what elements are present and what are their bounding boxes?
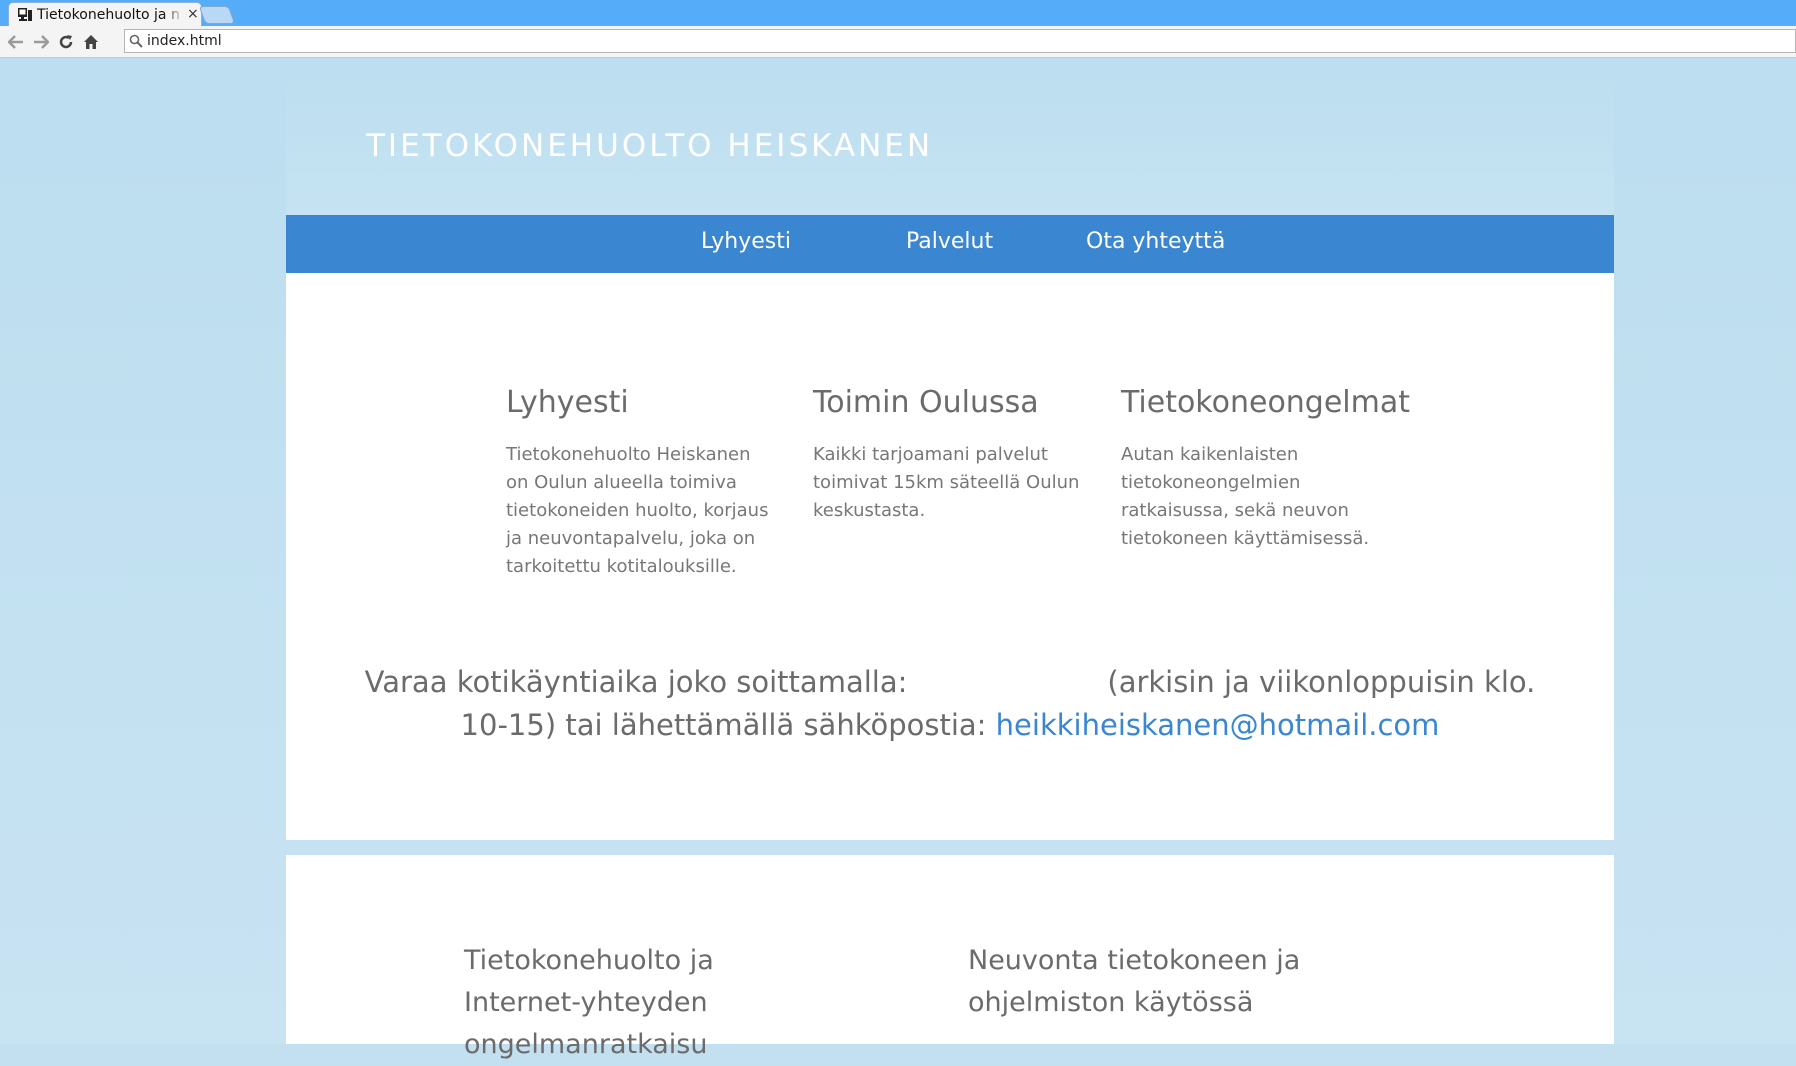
email-link[interactable]: heikkiheiskanen@hotmail.com bbox=[996, 708, 1440, 742]
home-icon bbox=[84, 35, 98, 49]
booking-lead: Varaa kotikäyntiaika joko soittamalla: bbox=[364, 665, 908, 699]
column-heading-lyhyesti: Lyhyesti bbox=[506, 385, 629, 420]
column-heading-tietokoneongelmat: Tietokoneongelmat bbox=[1121, 385, 1411, 420]
browser-toolbar bbox=[0, 26, 1796, 58]
intro-section: Lyhyesti Tietokonehuolto Heiskanen on Ou… bbox=[286, 273, 1614, 840]
column-text-tietokoneongelmat: Autan kaikenlaisten tietokoneongelmien r… bbox=[1121, 444, 1370, 549]
arrow-right-icon bbox=[34, 35, 49, 49]
new-tab-button[interactable] bbox=[198, 6, 236, 24]
home-button[interactable] bbox=[81, 32, 101, 52]
tab-title: Tietokonehuolto ja n bbox=[37, 7, 180, 23]
address-input[interactable] bbox=[147, 32, 1747, 50]
service-heading-neuvonta: Neuvonta tietokoneen ja ohjelmiston käyt… bbox=[968, 945, 1301, 1018]
reload-button[interactable] bbox=[56, 32, 76, 52]
search-icon bbox=[129, 34, 143, 48]
column-text-toimin-oulussa: Kaikki tarjoamani palvelut toimivat 15km… bbox=[813, 444, 1080, 521]
services-section: Tietokonehuolto ja Internet-yhteyden ong… bbox=[286, 855, 1614, 1060]
nav-item-ota-yhteytta[interactable]: Ota yhteyttä bbox=[1086, 229, 1225, 254]
main-navigation: Lyhyesti Palvelut Ota yhteyttä bbox=[286, 215, 1614, 273]
browser-tab[interactable]: Tietokonehuolto ja n × bbox=[8, 2, 202, 26]
forward-button[interactable] bbox=[31, 32, 51, 52]
booking-info: Varaa kotikäyntiaika joko soittamalla: (a… bbox=[346, 661, 1554, 747]
column-heading-toimin-oulussa: Toimin Oulussa bbox=[813, 385, 1039, 420]
computer-icon bbox=[18, 8, 32, 21]
browser-tab-bar: Tietokonehuolto ja n × bbox=[0, 0, 1796, 26]
address-bar[interactable] bbox=[124, 29, 1796, 53]
arrow-left-icon bbox=[8, 35, 23, 49]
reload-icon bbox=[59, 35, 73, 49]
nav-item-lyhyesti[interactable]: Lyhyesti bbox=[701, 229, 791, 254]
site-title: TIETOKONEHUOLTO HEISKANEN bbox=[366, 128, 934, 164]
back-button[interactable] bbox=[6, 32, 26, 52]
service-heading-huolto: Tietokonehuolto ja Internet-yhteyden ong… bbox=[464, 945, 714, 1060]
site-header: TIETOKONEHUOLTO HEISKANEN bbox=[286, 58, 1614, 215]
nav-item-palvelut[interactable]: Palvelut bbox=[906, 229, 993, 254]
site-container: TIETOKONEHUOLTO HEISKANEN Lyhyesti Palve… bbox=[286, 58, 1614, 1060]
close-icon[interactable]: × bbox=[187, 6, 199, 22]
column-text-lyhyesti: Tietokonehuolto Heiskanen on Oulun aluee… bbox=[506, 444, 769, 577]
page-viewport: TIETOKONEHUOLTO HEISKANEN Lyhyesti Palve… bbox=[0, 58, 1796, 1060]
